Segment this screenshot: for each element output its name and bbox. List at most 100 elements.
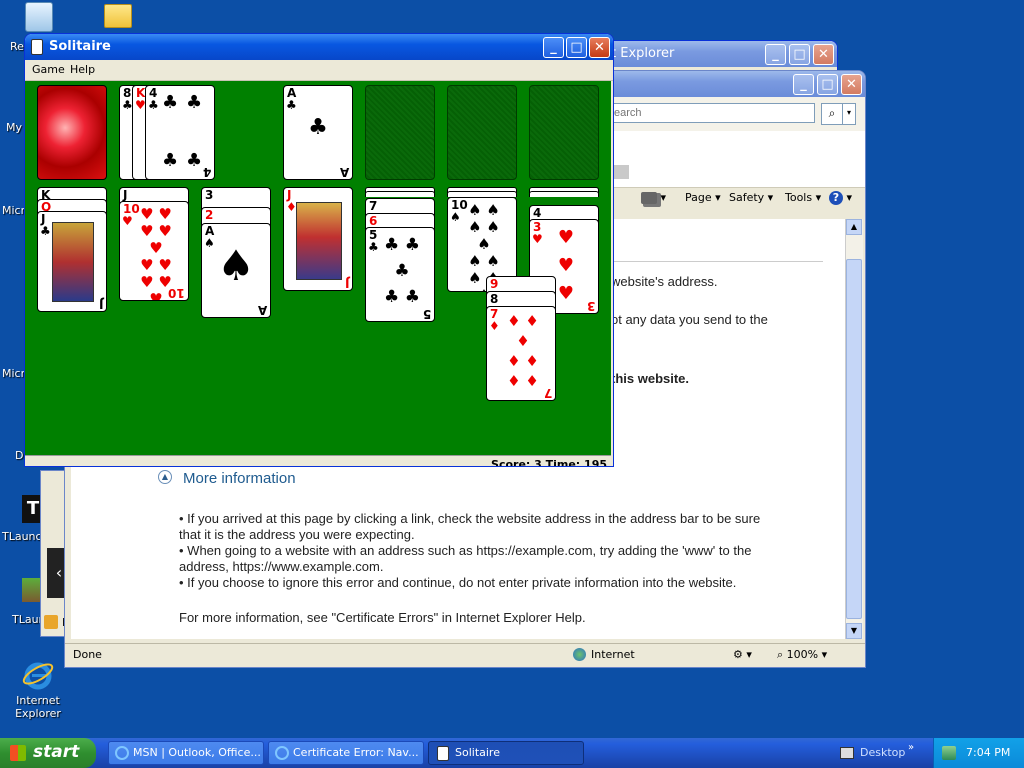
card-suit: ♥	[122, 214, 133, 228]
tableau-top-card[interactable]: 5 ♣ ♣ ♣ ♣ ♣ ♣ 5	[365, 227, 435, 322]
menu-game[interactable]: Game	[32, 63, 65, 76]
system-tray: 7:04 PM	[933, 738, 1024, 768]
card-suit: ♥	[532, 232, 543, 246]
card-rank: 2	[205, 208, 214, 222]
card-rank-bottom: 10	[168, 286, 185, 300]
tableau-top-card[interactable]: J ♣ J	[37, 211, 107, 312]
taskbar-item-msn[interactable]: MSN | Outlook, Office...	[108, 741, 264, 765]
solitaire-window[interactable]: Solitaire _ □ ✕ Game Help 8 ♣ K ♥ 4 ♣ ♣ ♣ ♣…	[24, 33, 614, 467]
print-button[interactable]: ▾	[641, 186, 666, 210]
footer-text: For more information, see "Certificate E…	[179, 610, 586, 625]
card-rank: 9	[490, 277, 499, 291]
maximize-button[interactable]: □	[789, 44, 810, 65]
more-info-toggle-icon[interactable]: ▲	[158, 470, 172, 484]
help-circle-icon: ?	[829, 191, 843, 205]
score-time-text: Score: 3 Time: 195	[491, 458, 607, 467]
content-line: this website.	[611, 371, 690, 386]
bullet-text: • When going to a website with an addres…	[179, 543, 752, 558]
internet-explorer-icon[interactable]	[22, 659, 54, 691]
minimize-button[interactable]: _	[765, 44, 786, 65]
scroll-down-arrow-icon[interactable]: ▼	[846, 623, 862, 639]
card-rank-bottom: A	[339, 165, 349, 179]
desktop-toolbar-label[interactable]: Desktop	[860, 746, 905, 759]
zone-text: Internet	[591, 648, 635, 661]
maximize-button[interactable]: □	[817, 74, 838, 95]
card-rank: 4	[533, 206, 542, 220]
folder-icon[interactable]	[83, 4, 153, 30]
zoom-control[interactable]: ⌕ 100% ▾	[777, 648, 827, 662]
scrollbar-thumb[interactable]	[846, 259, 862, 619]
tableau-top-card[interactable]: A ♠ ♠ A	[201, 223, 271, 318]
tlauncher-shortcut-icon[interactable]	[22, 578, 42, 602]
safety-menu[interactable]: Safety ▾	[729, 186, 773, 210]
desktop-icon-label: Internet Explorer	[15, 694, 61, 720]
foundation-empty-slot[interactable]	[447, 85, 517, 180]
search-button[interactable]: ⌕	[821, 103, 843, 125]
ie-back-title: t Explorer	[611, 46, 675, 61]
solitaire-small-icon	[437, 745, 449, 761]
taskbar-item-certificate-error[interactable]: Certificate Error: Nav...	[268, 741, 424, 765]
desktop-icon-label: TLaunc	[2, 530, 42, 543]
card-rank-bottom: 3	[586, 299, 595, 313]
foundation-pile[interactable]: A ♣ ♣ A	[283, 85, 353, 180]
safety-menu-label: Safety	[729, 191, 765, 204]
vertical-scrollbar[interactable]: ▲ ▼	[845, 219, 863, 639]
ie-back-titlebar[interactable]: t Explorer _ □ ✕	[591, 41, 837, 67]
recycle-bin-icon[interactable]	[3, 2, 73, 34]
ie-status-bar: Done Internet ⚙ ▾ ⌕ 100% ▾	[65, 643, 865, 666]
jack-face-art	[52, 222, 94, 302]
start-button[interactable]: start	[0, 738, 96, 768]
club-center-icon: ♣	[308, 115, 328, 140]
dragged-card[interactable]: 7 ♦ ♦ ♦ ♦ ♦ ♦ ♦ ♦ 7	[486, 306, 556, 401]
waste-top-card[interactable]: 4 ♣ ♣ ♣ ♣ ♣ 4	[145, 85, 215, 180]
print-icon	[641, 192, 657, 204]
search-input[interactable]	[611, 103, 815, 123]
page-menu[interactable]: Page ▾	[685, 186, 721, 210]
minimize-button[interactable]: _	[543, 37, 564, 58]
bullet-text-content: If you choose to ignore this error and c…	[187, 575, 737, 590]
tools-menu[interactable]: Tools ▾	[785, 186, 821, 210]
taskbar-item-label: Solitaire	[455, 746, 500, 759]
start-label: start	[33, 742, 80, 762]
clock[interactable]: 7:04 PM	[966, 746, 1010, 759]
search-options-chevron-icon[interactable]: ▾	[842, 103, 856, 125]
minimize-button[interactable]: _	[793, 74, 814, 95]
tableau-top-card[interactable]: J ♦ J	[283, 187, 353, 291]
network-icon[interactable]	[942, 746, 956, 760]
bullet-text: address, https://www.example.com.	[179, 559, 384, 574]
solitaire-titlebar[interactable]: Solitaire _ □ ✕	[25, 34, 613, 60]
foundation-empty-slot[interactable]	[529, 85, 599, 180]
card-rank: J	[123, 188, 128, 202]
ie-small-icon	[115, 746, 129, 760]
tableau-top-card[interactable]: 10 ♥ ♥ ♥ ♥ ♥ ♥ ♥ ♥ ♥ ♥ ♥ 10	[119, 201, 189, 301]
close-button[interactable]: ✕	[589, 37, 610, 58]
club-pip-icon: ♣	[186, 92, 203, 113]
card-rank-bottom: 7	[543, 386, 552, 400]
card-rank-bottom: J	[98, 297, 103, 311]
home-icon[interactable]	[613, 165, 629, 179]
taskbar: start MSN | Outlook, Office... Certifica…	[0, 738, 1024, 768]
bullet-text: • If you choose to ignore this error and…	[179, 575, 737, 590]
close-button[interactable]: ✕	[841, 74, 862, 95]
toolbar-expand-icon[interactable]: »	[908, 742, 914, 753]
close-button[interactable]: ✕	[813, 44, 834, 65]
ie-logo-icon	[22, 662, 54, 690]
foundation-empty-slot[interactable]	[365, 85, 435, 180]
protected-mode-icon[interactable]: ⚙ ▾	[733, 648, 752, 661]
club-pip-icon: ♣	[186, 150, 203, 171]
help-icon[interactable]: ? ▾	[829, 186, 852, 210]
stock-pile[interactable]	[37, 85, 107, 180]
more-info-link[interactable]: More information	[183, 470, 296, 487]
card-rank-bottom: 4	[202, 165, 211, 179]
maximize-button[interactable]: □	[566, 37, 587, 58]
taskbar-item-solitaire[interactable]: Solitaire	[428, 741, 584, 765]
card-rank-bottom: 5	[422, 307, 431, 321]
tools-menu-label: Tools	[785, 191, 813, 204]
club-pips: ♣ ♣ ♣ ♣ ♣	[384, 235, 420, 307]
club-pip-icon: ♣	[162, 150, 179, 171]
spade-center-icon: ♠	[217, 241, 255, 290]
content-line: ot any data you send to the	[611, 312, 768, 327]
menu-help[interactable]: Help	[70, 63, 95, 76]
scroll-up-arrow-icon[interactable]: ▲	[846, 219, 862, 235]
desktop-toolbar-icon[interactable]	[840, 747, 854, 759]
